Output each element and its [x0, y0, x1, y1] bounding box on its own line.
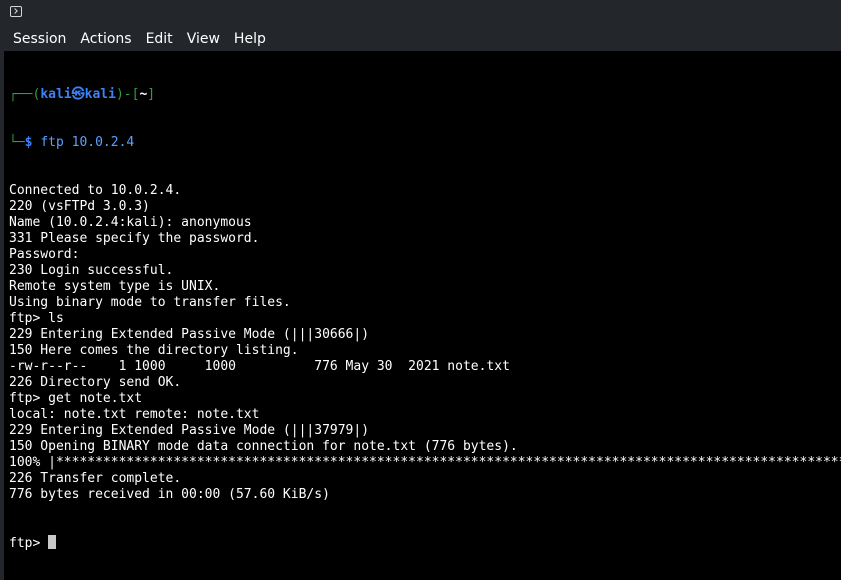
title-bar — [0, 0, 841, 27]
output-line: Connected to 10.0.2.4. — [9, 183, 182, 198]
prompt-line-2: └─$ ftp 10.0.2.4 — [9, 135, 841, 151]
menu-bar: Session Actions Edit View Help — [0, 27, 841, 51]
output-line: 776 bytes received in 00:00 (57.60 KiB/s… — [9, 487, 330, 502]
menu-session[interactable]: Session — [13, 27, 66, 51]
prompt-user: kali — [40, 87, 72, 102]
menu-edit[interactable]: Edit — [146, 27, 173, 51]
output-line: 226 Transfer complete. — [9, 471, 182, 486]
output-line: 220 (vsFTPd 3.0.3) — [9, 199, 150, 214]
terminal-icon[interactable] — [10, 6, 22, 17]
output-line: Remote system type is UNIX. — [9, 279, 221, 294]
output-line: 100% |**********************************… — [9, 455, 841, 470]
output-line: 230 Login successful. — [9, 263, 174, 278]
prompt-command: ftp 10.0.2.4 — [40, 135, 135, 150]
prompt-frame-end: ] — [147, 87, 156, 102]
output-line: local: note.txt remote: note.txt — [9, 407, 260, 422]
output-lines: Connected to 10.0.2.4. 220 (vsFTPd 3.0.3)… — [9, 183, 841, 503]
output-line: ftp> get note.txt — [9, 391, 143, 406]
terminal-window: Session Actions Edit View Help ┌──(kali㉿… — [0, 0, 841, 580]
terminal-area[interactable]: ┌──(kali㉿kali)-[~] └─$ ftp 10.0.2.4 Conn… — [4, 51, 841, 580]
menu-actions[interactable]: Actions — [80, 27, 131, 51]
terminal-output: ┌──(kali㉿kali)-[~] └─$ ftp 10.0.2.4 Conn… — [9, 55, 841, 580]
prompt-line-1: ┌──(kali㉿kali)-[~] — [9, 87, 841, 103]
output-line: 229 Entering Extended Passive Mode (|||3… — [9, 423, 370, 438]
menu-help[interactable]: Help — [234, 27, 266, 51]
output-line: 229 Entering Extended Passive Mode (|||3… — [9, 327, 370, 342]
text-cursor — [48, 535, 57, 549]
output-line: Password: — [9, 247, 80, 262]
prompt-dollar: $ — [24, 135, 33, 150]
prompt-frame-mid: )-[ — [115, 87, 140, 102]
output-line: Using binary mode to transfer files. — [9, 295, 291, 310]
menu-view[interactable]: View — [187, 27, 220, 51]
output-line: -rw-r--r-- 1 1000 1000 776 May 30 2021 n… — [9, 359, 510, 374]
prompt-frame-top: ┌──( — [9, 87, 41, 102]
output-line: 226 Directory send OK. — [9, 375, 182, 390]
output-line: ftp> ls — [9, 311, 64, 326]
current-prompt-line[interactable]: ftp> — [9, 535, 841, 551]
output-line: 331 Please specify the password. — [9, 231, 260, 246]
prompt-frame-bottom: └─ — [9, 135, 25, 150]
prompt-at-symbol: ㉿ — [71, 87, 85, 102]
output-line: 150 Opening BINARY mode data connection … — [9, 439, 518, 454]
current-prompt: ftp> — [9, 536, 49, 551]
output-line: Name (10.0.2.4:kali): anonymous — [9, 215, 252, 230]
prompt-host: kali — [84, 87, 116, 102]
output-line: 150 Here comes the directory listing. — [9, 343, 299, 358]
